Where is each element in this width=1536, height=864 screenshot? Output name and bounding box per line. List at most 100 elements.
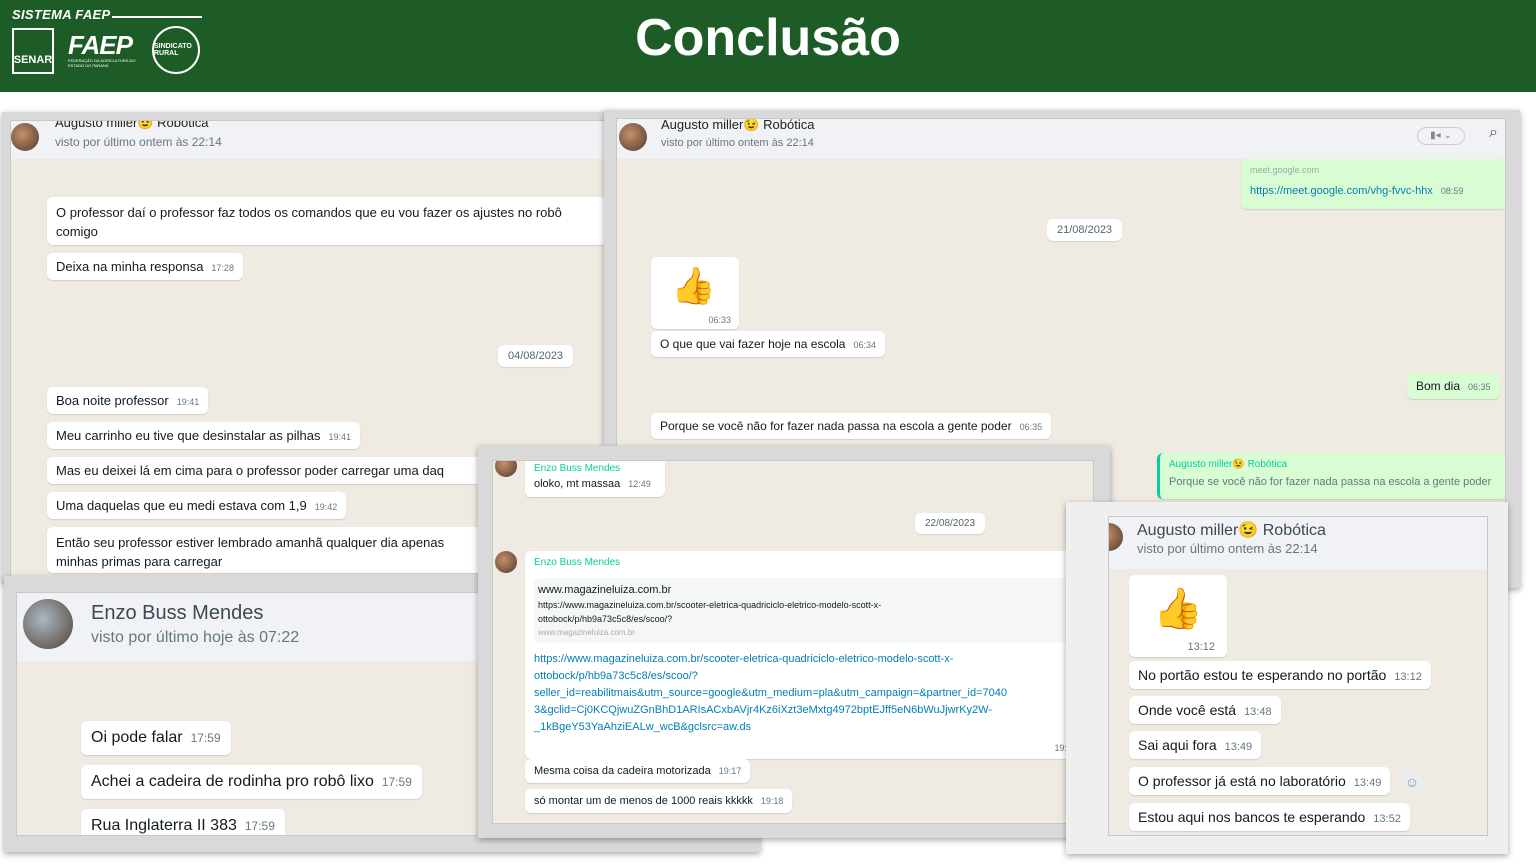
quote-author: Augusto miller😉 Robótica <box>1169 459 1288 470</box>
preview-domain: www.magazineluiza.com.br <box>538 584 672 596</box>
preview-url: https://www.magazineluiza.com.br/scooter… <box>538 600 882 610</box>
link-line: ottobock/p/hb9a73c5c8/es/scoo/? <box>534 670 698 682</box>
message-bubble[interactable]: Sai aqui fora 13:49 <box>1129 731 1262 759</box>
quoted-reply[interactable]: Augusto miller😉 Robótica Porque se você … <box>1157 453 1505 499</box>
message-text: minhas primas para carregar <box>56 554 223 569</box>
meet-link[interactable]: https://meet.google.com/vhg-fvvc-hhx <box>1250 185 1433 197</box>
video-call-button[interactable]: ▮◂ ⌄ <box>1417 127 1465 145</box>
message-time: 13:49 <box>1224 741 1253 753</box>
message-bubble[interactable]: Meu carrinho eu tive que desinstalar as … <box>47 422 361 449</box>
message-text: Deixa na minha responsa <box>56 259 204 274</box>
message-text: Boa noite professor <box>56 393 169 408</box>
message-time: 06:34 <box>853 340 876 350</box>
message-bubble[interactable]: O professor daí o professor faz todos os… <box>47 197 613 245</box>
page-title: Conclusão <box>635 9 901 67</box>
message-time: 17:59 <box>244 819 275 833</box>
message-text: O professor já está no laboratório <box>1138 773 1346 789</box>
emoji-reaction-icon[interactable]: ☺ <box>1401 771 1423 793</box>
message-bubble[interactable]: Estou aqui nos bancos te esperando 13:52 <box>1129 803 1410 831</box>
message-bubble[interactable]: Uma daquelas que eu medi estava com 1,9 1… <box>47 492 347 519</box>
contact-status: visto por último ontem às 22:14 <box>661 137 814 149</box>
avatar[interactable] <box>619 123 647 151</box>
message-time: 06:35 <box>1468 382 1491 392</box>
message-time: 13:49 <box>1353 777 1382 789</box>
avatar[interactable] <box>1109 523 1123 551</box>
message-text: Então seu professor estiver lembrado ama… <box>56 535 445 550</box>
link-line: https://www.magazineluiza.com.br/scooter… <box>534 653 954 665</box>
contact-status: visto por último hoje às 07:22 <box>91 629 300 646</box>
contact-name[interactable]: Augusto miller😉 Robótica <box>1137 520 1326 540</box>
thumbs-up-icon: 👍 <box>1153 587 1203 631</box>
message-text: Mas eu deixei lá em cima para o professo… <box>56 463 445 478</box>
search-icon[interactable]: ⌕ <box>1489 124 1498 142</box>
chat5-header: Augusto miller😉 Robótica visto por últim… <box>1109 517 1487 569</box>
message-time: 13:12 <box>1394 671 1422 683</box>
message-bubble[interactable]: Mesma coisa da cadeira motorizada 19:17 <box>525 759 751 783</box>
message-bubble-outgoing[interactable]: Bom dia 06:35 <box>1407 373 1500 399</box>
message-time: 13:12 <box>1187 641 1215 653</box>
message-text: Rua Inglaterra II 383 <box>91 817 237 834</box>
message-text: Meu carrinho eu tive que desinstalar as … <box>56 428 321 443</box>
date-chip: 04/08/2023 <box>498 345 574 367</box>
message-text: Bom dia <box>1416 379 1461 393</box>
message-text: Mesma coisa da cadeira motorizada <box>534 765 711 777</box>
message-text: O professor daí o professor faz todos os… <box>56 205 562 220</box>
message-bubble[interactable]: Achei a cadeira de rodinha pro robô lixo… <box>81 765 422 799</box>
link-message-bubble[interactable]: Enzo Buss Mendes www.magazineluiza.com.b… <box>525 551 1085 759</box>
message-bubble[interactable]: Oi pode falar 17:59 <box>81 721 231 755</box>
avatar[interactable] <box>11 123 39 151</box>
message-time: 13:48 <box>1244 706 1272 718</box>
message-bubble[interactable]: só montar um de menos de 1000 reais kkkk… <box>525 789 793 813</box>
chat5-window: Augusto miller😉 Robótica visto por últim… <box>1108 516 1488 836</box>
link-line: _1kBgeY53YaAhziEALw_wcB&gclsrc=aw.ds <box>534 721 752 733</box>
message-time: 17:28 <box>211 263 234 273</box>
message-bubble[interactable]: Onde você está 13:48 <box>1129 696 1281 724</box>
chat4-window: Enzo Buss Mendes oloko, mt massaa 12:49 2… <box>492 460 1094 824</box>
sender-name: Enzo Buss Mendes <box>534 557 621 568</box>
message-time: 08:59 <box>1440 186 1464 196</box>
message-time: 19:17 <box>718 766 742 776</box>
message-text: Uma daquelas que eu medi estava com 1,9 <box>56 498 307 513</box>
preview-small-domain: www.magazineluiza.com.br <box>538 628 635 637</box>
sender-name: Enzo Buss Mendes <box>534 463 621 474</box>
message-bubble[interactable]: Enzo Buss Mendes oloko, mt massaa 12:49 <box>525 461 665 497</box>
sticker-bubble[interactable]: 👍 06:33 <box>651 257 739 329</box>
date-chip: 22/08/2023 <box>915 513 986 534</box>
message-text: Achei a cadeira de rodinha pro robô lixo <box>91 773 374 790</box>
sticker-bubble[interactable]: 👍 13:12 <box>1129 575 1227 657</box>
message-bubble[interactable]: Porque se você não for fazer nada passa … <box>651 413 1052 439</box>
shared-link[interactable]: https://www.magazineluiza.com.br/scooter… <box>534 651 1076 736</box>
message-time: 06:33 <box>708 315 731 325</box>
message-bubble[interactable]: Deixa na minha responsa 17:28 <box>47 253 243 280</box>
message-bubble[interactable]: No portão estou te esperando no portão 13… <box>1129 661 1431 689</box>
thumbs-up-icon: 👍 <box>671 265 716 306</box>
avatar[interactable] <box>495 461 517 477</box>
message-time: 17:59 <box>381 775 412 789</box>
message-text: O que que vai fazer hoje na escola <box>660 337 846 351</box>
message-bubble[interactable]: O que que vai fazer hoje na escola 06:34 <box>651 331 885 357</box>
message-text: comigo <box>56 224 98 239</box>
quote-text: Porque se você não for fazer nada passa … <box>1169 476 1492 488</box>
preview-url: ottobock/p/hb9a73c5c8/es/scoo/? <box>538 614 673 624</box>
message-text: No portão estou te esperando no portão <box>1138 667 1387 683</box>
message-bubble[interactable]: Boa noite professor 19:41 <box>47 387 209 414</box>
avatar[interactable] <box>495 551 517 573</box>
link-line: 3&gclid=Cj0KCQjwuZGnBhD1ARIsACxbAVjr4Kz6… <box>534 704 993 716</box>
date-chip: 21/08/2023 <box>1047 219 1123 241</box>
message-bubble[interactable]: O professor já está no laboratório 13:49 <box>1129 767 1391 795</box>
link-preview-domain: meet.google.com <box>1250 165 1320 175</box>
link-line: seller_id=reabilitmais&utm_source=google… <box>534 687 1007 699</box>
contact-name[interactable]: Enzo Buss Mendes <box>91 602 263 625</box>
contact-name[interactable]: Augusto miller😉 Robótica <box>55 121 208 131</box>
chat2-header: Augusto miller😉 Robótica visto por últim… <box>617 119 1505 159</box>
message-bubble-outgoing[interactable]: meet.google.com https://meet.google.com/… <box>1241 159 1505 209</box>
message-time: 06:35 <box>1019 422 1043 432</box>
message-text: Onde você está <box>1138 702 1237 718</box>
message-time: 12:49 <box>628 479 651 489</box>
chat3-header: Enzo Buss Mendes visto por último hoje à… <box>17 593 491 661</box>
message-bubble[interactable]: Rua Inglaterra II 383 17:59 <box>81 809 285 835</box>
contact-name[interactable]: Augusto miller😉 Robótica <box>661 119 814 133</box>
avatar[interactable] <box>23 599 73 649</box>
message-time: 13:52 <box>1373 813 1401 825</box>
link-preview-card[interactable]: www.magazineluiza.com.br https://www.mag… <box>534 578 1076 643</box>
